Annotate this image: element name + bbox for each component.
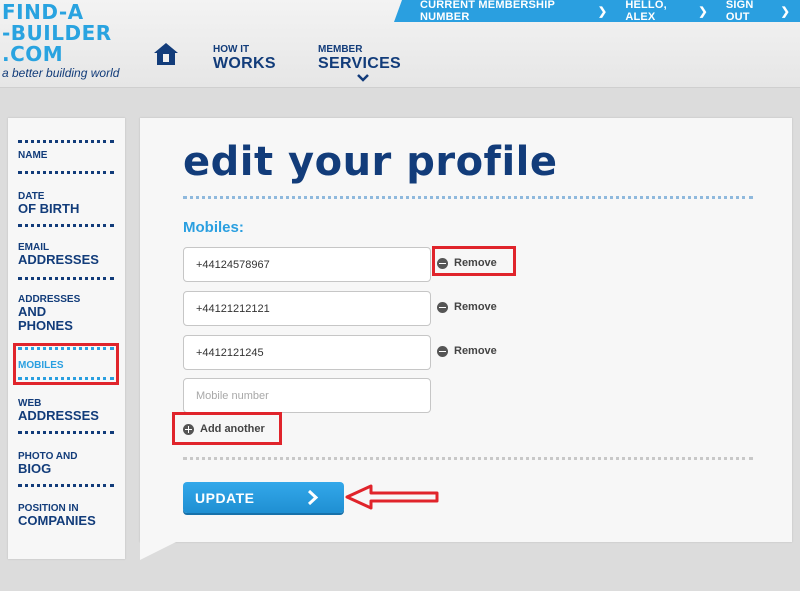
remove-label: Remove — [454, 257, 497, 269]
sidebar-divider — [18, 377, 114, 380]
mobile-field[interactable] — [183, 335, 431, 370]
remove-label: Remove — [454, 301, 497, 313]
title-divider — [183, 196, 753, 199]
sidebar-item-addresses-and-phones[interactable]: ADDRESSES AND PHONES — [18, 294, 114, 333]
add-another-label: Add another — [200, 423, 265, 435]
sidebar-item-label: ADDRESSES — [18, 408, 99, 423]
sidebar-divider — [18, 484, 114, 487]
mobile-field[interactable] — [183, 247, 431, 282]
nav-member-services-small: MEMBER — [318, 44, 363, 55]
logo-line-2: -BUILDER — [2, 21, 112, 45]
membership-number-link[interactable]: CURRENT MEMBERSHIP NUMBER ❯ — [420, 0, 607, 23]
sidebar-item-label: ADDRESSES — [18, 252, 99, 267]
site-header: FIND-A -BUILDER .COM a better building w… — [0, 0, 800, 88]
sidebar-divider — [18, 171, 114, 174]
mobile-field[interactable] — [183, 291, 431, 326]
sidebar-item-email-addresses[interactable]: EMAIL ADDRESSES — [18, 242, 114, 267]
sidebar-item-label: NAME — [18, 150, 48, 161]
chevron-right-icon — [307, 490, 319, 505]
sidebar-item-web-addresses[interactable]: WEB ADDRESSES — [18, 398, 114, 423]
sign-out-link[interactable]: SIGN OUT ❯ — [726, 0, 790, 23]
membership-number-label: CURRENT MEMBERSHIP NUMBER — [420, 0, 555, 23]
minus-circle-icon — [437, 301, 448, 313]
minus-circle-icon — [437, 257, 448, 269]
form-divider — [183, 457, 753, 460]
annotation-arrow-icon — [345, 484, 439, 510]
account-bar: CURRENT MEMBERSHIP NUMBER ❯ HELLO, ALEX … — [394, 0, 800, 23]
remove-mobile-button[interactable]: Remove — [437, 257, 497, 269]
edit-profile-panel: edit your profile Mobiles: Remove Remove… — [140, 118, 792, 542]
chevron-right-icon: ❯ — [597, 5, 608, 18]
sidebar-item-label: BIOG — [18, 461, 52, 476]
greeting-link[interactable]: HELLO, ALEX ❯ — [625, 0, 708, 23]
new-mobile-field[interactable] — [183, 378, 431, 413]
plus-circle-icon — [183, 423, 194, 435]
mobiles-section-label: Mobiles: — [183, 219, 244, 236]
sidebar-item-label: MOBILES — [18, 360, 64, 371]
page-title: edit your profile — [183, 139, 558, 185]
sidebar-divider — [18, 224, 114, 227]
sidebar-item-name[interactable]: NAME — [18, 150, 114, 161]
chevron-down-icon[interactable] — [357, 74, 369, 82]
sidebar-item-mobiles[interactable]: MOBILES — [18, 360, 114, 371]
sidebar-item-position-in-companies[interactable]: POSITION IN COMPANIES — [18, 503, 114, 528]
sidebar-divider — [18, 347, 114, 350]
update-label: UPDATE — [195, 489, 255, 506]
nav-how-it-works-big: WORKS — [213, 55, 276, 72]
nav-member-services-big: SERVICES — [318, 55, 402, 72]
site-logo[interactable]: FIND-A -BUILDER .COM a better building w… — [0, 2, 140, 86]
sidebar-item-label: COMPANIES — [18, 513, 96, 528]
greeting-label: HELLO, ALEX — [625, 0, 667, 23]
chevron-right-icon: ❯ — [698, 5, 708, 18]
update-button[interactable]: UPDATE — [183, 482, 344, 513]
home-icon[interactable] — [152, 41, 180, 67]
remove-label: Remove — [454, 345, 497, 357]
sign-out-label: SIGN OUT — [725, 0, 754, 23]
sidebar-item-label: OF BIRTH — [18, 201, 80, 216]
sidebar-divider — [18, 140, 114, 143]
minus-circle-icon — [437, 345, 448, 357]
chevron-right-icon: ❯ — [780, 5, 790, 18]
sidebar-divider — [18, 431, 114, 434]
nav-member-services[interactable]: MEMBER SERVICES — [318, 44, 401, 73]
nav-how-it-works-small: HOW IT — [213, 44, 250, 55]
panel-tail — [140, 540, 180, 560]
logo-tagline: a better building world — [2, 66, 120, 80]
nav-how-it-works[interactable]: HOW IT WORKS — [213, 44, 276, 73]
add-another-mobile-button[interactable]: Add another — [183, 423, 265, 435]
sidebar-item-photo-and-biog[interactable]: PHOTO AND BIOG — [18, 451, 114, 476]
profile-sidebar: NAME DATE OF BIRTH EMAIL ADDRESSES ADDRE… — [8, 118, 125, 559]
logo-line-1: FIND-A — [2, 0, 84, 24]
remove-mobile-button[interactable]: Remove — [437, 301, 497, 313]
remove-mobile-button[interactable]: Remove — [437, 345, 497, 357]
logo-line-3: .COM — [2, 42, 64, 66]
sidebar-item-label: AND PHONES — [18, 304, 73, 333]
sidebar-divider — [18, 277, 114, 280]
sidebar-item-date-of-birth[interactable]: DATE OF BIRTH — [18, 191, 114, 216]
